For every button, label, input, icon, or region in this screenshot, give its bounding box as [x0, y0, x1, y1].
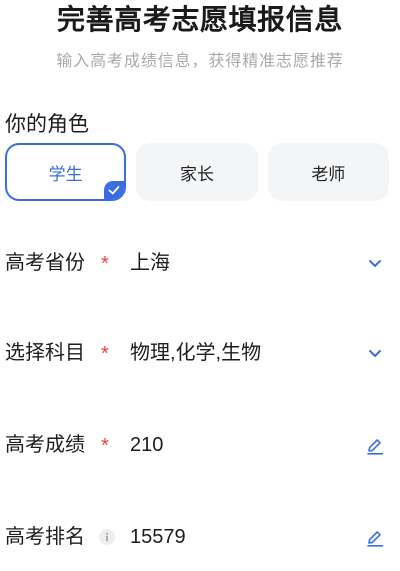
role-option-label: 家长 [179, 164, 214, 184]
edit-icon[interactable] [365, 435, 385, 455]
required-mark: * [101, 343, 109, 365]
chevron-down-icon[interactable] [365, 343, 385, 363]
role-option-student[interactable]: 学生 [5, 143, 127, 201]
score-label: 高考成绩 [5, 434, 85, 456]
score-value[interactable]: 210 [130, 433, 163, 457]
info-icon[interactable] [99, 529, 115, 545]
province-select[interactable]: 高考省份 * 上海 [5, 243, 389, 283]
check-badge-icon [104, 181, 125, 199]
role-option-label: 老师 [311, 164, 346, 184]
chevron-down-icon[interactable] [365, 253, 385, 273]
required-mark: * [101, 253, 109, 275]
profile-form-page: 完善高考志愿填报信息 输入高考成绩信息，获得精准志愿推荐 你的角色 学生 家长 … [0, 0, 400, 571]
subjects-value[interactable]: 物理,化学,生物 [130, 341, 261, 365]
province-value[interactable]: 上海 [130, 251, 170, 275]
required-mark: * [101, 435, 109, 457]
rank-field[interactable]: 高考排名 15579 [5, 517, 389, 557]
subjects-label: 选择科目 [5, 342, 85, 364]
rank-value[interactable]: 15579 [130, 525, 186, 549]
role-section-label: 你的角色 [5, 113, 89, 136]
edit-icon[interactable] [365, 527, 385, 547]
role-option-parent[interactable]: 家长 [136, 143, 258, 201]
role-selector: 学生 家长 老师 [5, 143, 389, 201]
page-title: 完善高考志愿填报信息 [56, 4, 343, 35]
score-field[interactable]: 高考成绩 * 210 [5, 425, 389, 465]
page-subtitle: 输入高考成绩信息，获得精准志愿推荐 [56, 53, 344, 70]
rank-label: 高考排名 [5, 526, 85, 548]
role-option-teacher[interactable]: 老师 [267, 143, 389, 201]
subjects-select[interactable]: 选择科目 * 物理,化学,生物 [5, 333, 389, 373]
province-label: 高考省份 [5, 252, 85, 274]
role-option-label: 学生 [48, 164, 83, 184]
